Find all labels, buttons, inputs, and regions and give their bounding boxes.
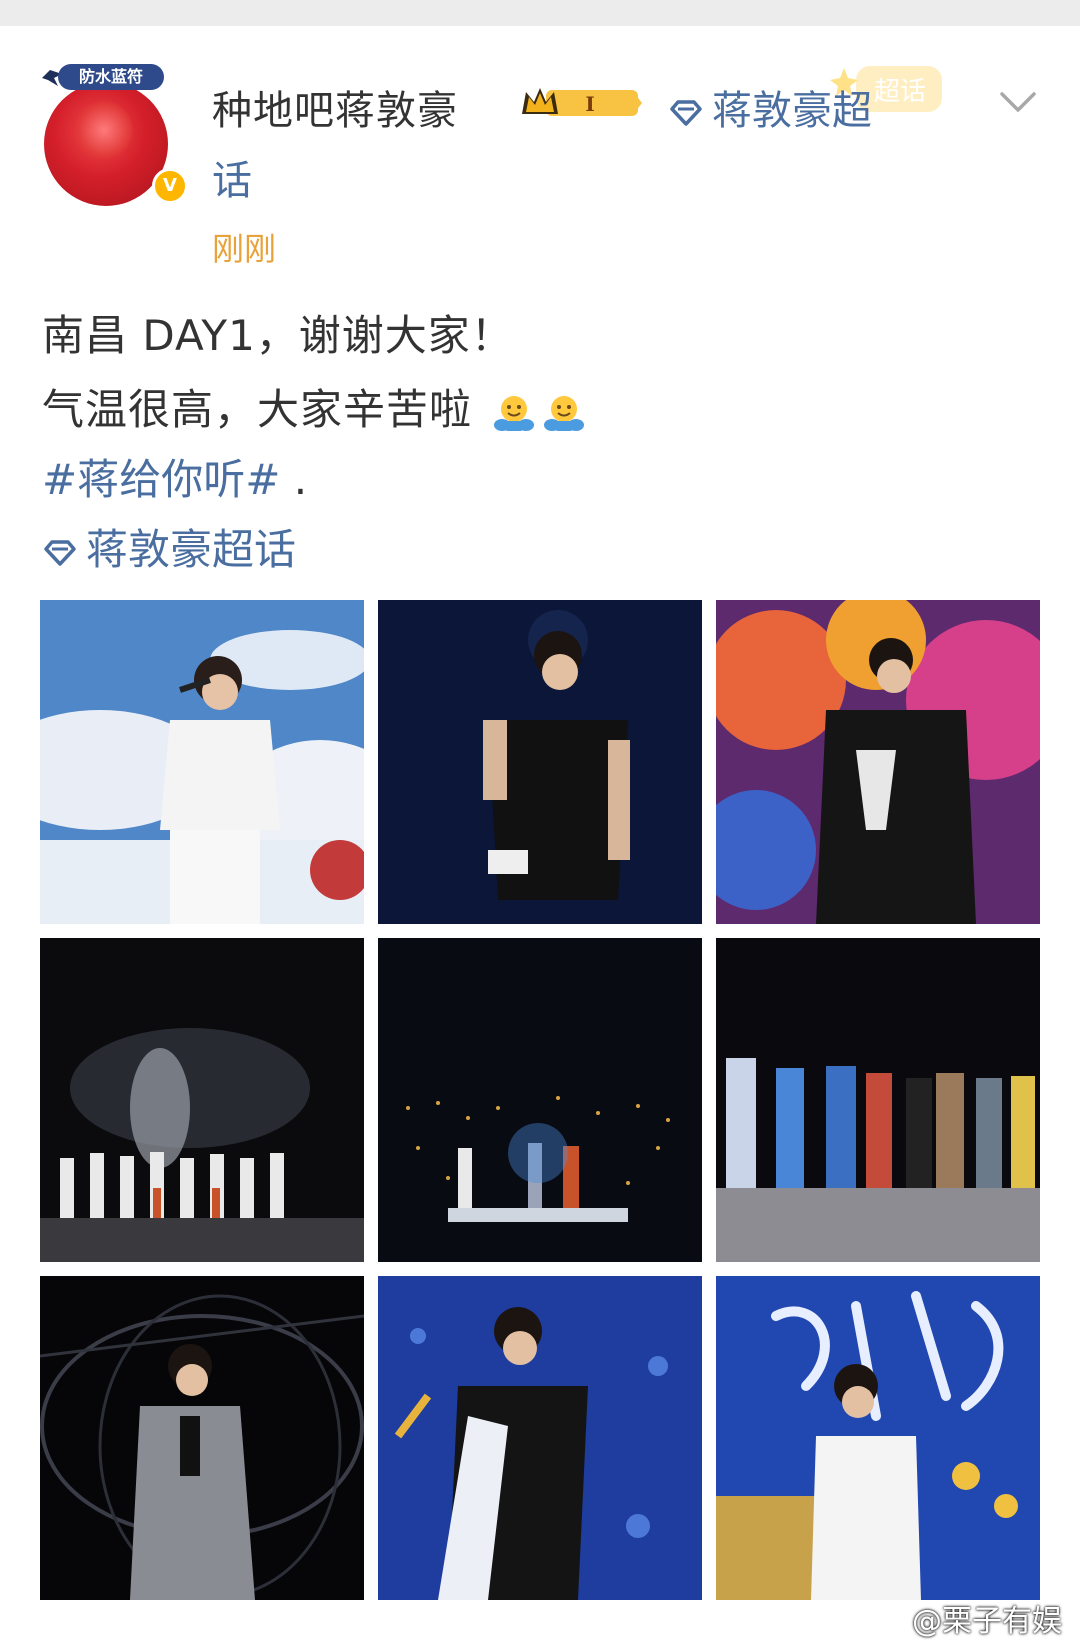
supertopic-link[interactable]: 蒋敦豪超话 [42, 516, 296, 577]
weibo-logo-icon [872, 1612, 906, 1636]
post-text-line1: 南昌 DAY1，谢谢大家！ [42, 311, 514, 360]
vip-crown-icon: I [522, 88, 642, 116]
watermark: @栗子有娱 [872, 1596, 1062, 1640]
avatar-pendant: 防水蓝符 [40, 62, 168, 96]
chevron-down-icon[interactable] [998, 88, 1038, 118]
hashtag-trailing: . [280, 455, 308, 504]
supertopic-tag[interactable]: 蒋敦豪超 [668, 78, 872, 136]
post-text-line2-content: 气温很高，大家辛苦啦 [42, 385, 473, 434]
supertopic-link-label: 蒋敦豪超话 [86, 525, 297, 574]
photo-2[interactable] [378, 600, 702, 924]
hashtag-link[interactable]: #蒋给你听# . [42, 446, 307, 507]
verified-badge: V [152, 168, 188, 204]
photo-5[interactable] [378, 938, 702, 1262]
hashtag-text: #蒋给你听# [42, 455, 281, 504]
author-name[interactable]: 种地吧蒋敦豪 [212, 78, 458, 136]
post-timestamp: 刚刚 [212, 230, 277, 268]
supertopic-tag-continued[interactable]: 话 [212, 148, 252, 206]
avatar-pendant-text: 防水蓝符 [58, 64, 164, 90]
supertopic-sticker-text: 超话 [874, 77, 926, 107]
status-bar [0, 0, 1080, 26]
photo-3[interactable] [716, 600, 1040, 924]
hug-emoji-icon [544, 395, 585, 431]
watermark-text: @栗子有娱 [912, 1604, 1062, 1639]
avatar-flower [74, 100, 134, 160]
post-text-line2: 气温很高，大家辛苦啦 [42, 376, 586, 437]
photo-4[interactable] [40, 938, 364, 1262]
photo-8[interactable] [378, 1276, 702, 1600]
photo-7[interactable] [40, 1276, 364, 1600]
diamond-icon [44, 539, 76, 566]
photo-1[interactable] [40, 600, 364, 924]
diamond-icon [670, 100, 702, 126]
level-badge-text: I [585, 92, 594, 116]
author-avatar[interactable]: 防水蓝符 V [40, 62, 188, 206]
hug-emoji-icon [494, 395, 535, 431]
photo-6[interactable] [716, 938, 1040, 1262]
avatar-image [44, 82, 168, 206]
photo-9[interactable] [716, 1276, 1040, 1600]
supertopic-tag-label: 蒋敦豪超 [712, 88, 872, 134]
